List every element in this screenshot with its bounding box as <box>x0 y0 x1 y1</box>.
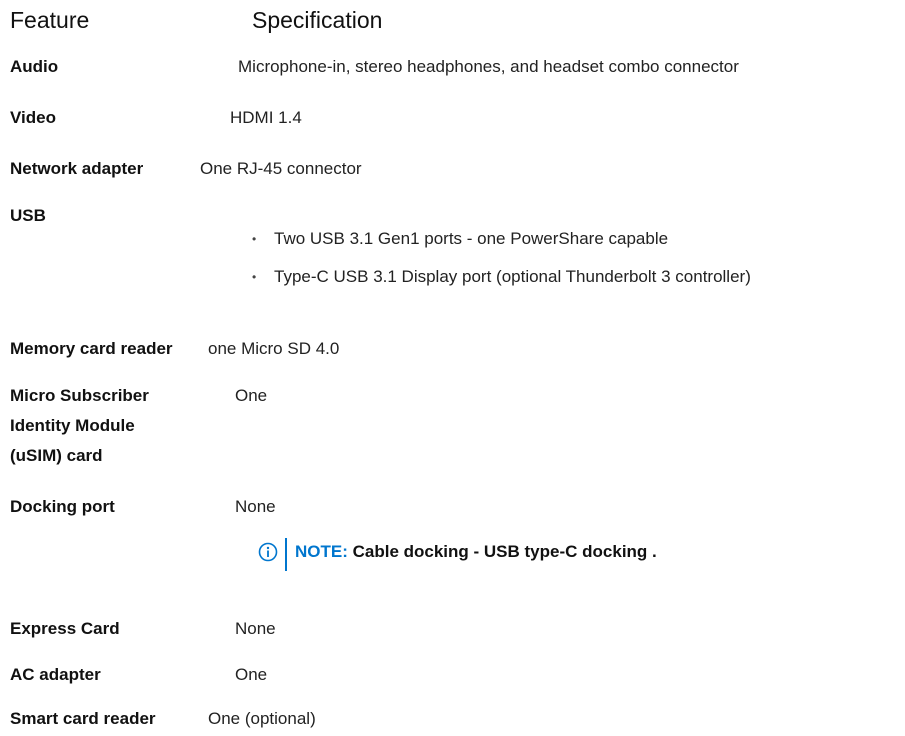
spec-memory-card-reader: one Micro SD 4.0 <box>208 339 340 358</box>
spec-docking-port: None <box>235 497 276 516</box>
usb-bullet-text: Two USB 3.1 Gen1 ports - one PowerShare … <box>274 229 669 248</box>
spec-smart-card-reader: One (optional) <box>208 709 316 728</box>
note-label: NOTE: <box>295 542 348 561</box>
spec-ac-adapter: One <box>235 665 268 684</box>
spec-audio: Microphone-in, stereo headphones, and he… <box>238 57 739 76</box>
bullet-dot-icon: • <box>252 232 257 246</box>
feature-express-card: Express Card <box>10 619 120 638</box>
feature-ac-adapter: AC adapter <box>10 665 101 684</box>
feature-usim-line: Micro Subscriber <box>10 386 149 405</box>
feature-usim-line: Identity Module <box>10 416 135 435</box>
feature-usb: USB <box>10 206 46 225</box>
spec-express-card: None <box>235 619 276 638</box>
feature-network-adapter: Network adapter <box>10 159 144 178</box>
note-divider <box>285 538 287 571</box>
feature-smart-card-reader: Smart card reader <box>10 709 156 728</box>
table-header-specification: Specification <box>252 7 383 33</box>
spec-video: HDMI 1.4 <box>230 108 302 127</box>
feature-docking-port: Docking port <box>10 497 115 516</box>
usb-bullet-text: Type-C USB 3.1 Display port (optional Th… <box>274 267 751 286</box>
note-text: NOTE: Cable docking - USB type-C docking… <box>295 540 657 564</box>
feature-usim-line: (uSIM) card <box>10 446 103 465</box>
feature-memory-card-reader: Memory card reader <box>10 339 173 358</box>
feature-video: Video <box>10 108 56 127</box>
spec-usim: One <box>235 386 268 405</box>
note-body: Cable docking - USB type-C docking . <box>347 542 657 561</box>
info-icon <box>258 542 278 562</box>
feature-audio: Audio <box>10 57 59 76</box>
table-header-feature: Feature <box>10 7 90 33</box>
bullet-dot-icon: • <box>252 270 257 284</box>
spec-network-adapter: One RJ-45 connector <box>200 159 362 178</box>
